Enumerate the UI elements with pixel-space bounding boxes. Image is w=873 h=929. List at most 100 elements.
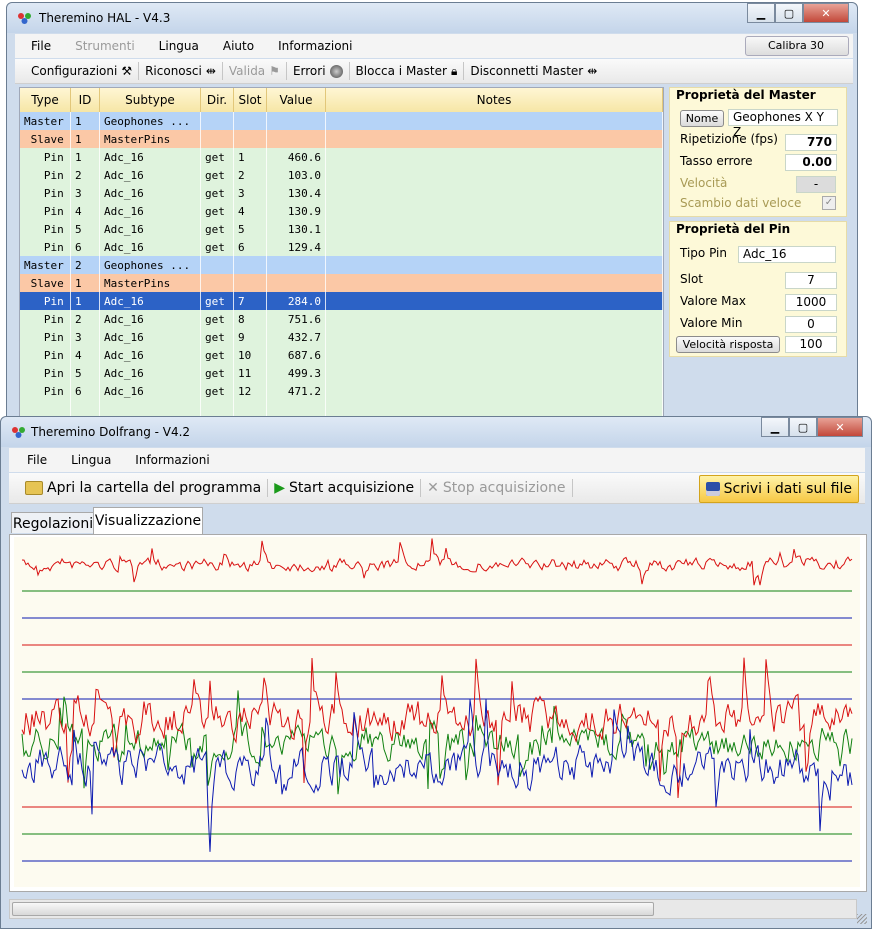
cell-notes — [325, 238, 663, 256]
hal-titlebar[interactable]: Theremino HAL - V4.3 ▁ ▢ ✕ — [7, 3, 857, 33]
riconosci-label: Riconosci — [145, 64, 202, 78]
dolfrang-titlebar[interactable]: Theremino Dolfrang - V4.2 ▁ ▢ ✕ — [1, 417, 871, 447]
cell-type: Pin — [20, 382, 71, 400]
cell-type: Pin — [20, 328, 71, 346]
blocca-master-button[interactable]: Blocca i Master 🔒︎ — [350, 64, 464, 79]
scrivi-dati-button[interactable]: Scrivi i dati sul file — [698, 475, 859, 503]
table-row[interactable]: Pin 5 Adc_16 get 11 499.3 — [20, 364, 663, 382]
horizontal-scrollbar[interactable] — [9, 899, 857, 919]
col-subtype-header[interactable]: Subtype — [99, 88, 201, 112]
close-button[interactable]: ✕ — [803, 3, 849, 23]
maximize-button[interactable]: ▢ — [789, 417, 817, 437]
cell-subtype: Adc_16 — [99, 382, 201, 400]
valore-min-field[interactable]: 0 — [785, 316, 837, 333]
velocita-value[interactable]: - — [796, 176, 836, 193]
cell-value: 751.6 — [266, 310, 326, 328]
ripetizione-label: Ripetizione (fps) — [680, 132, 778, 146]
table-row[interactable]: Pin 4 Adc_16 get 10 687.6 — [20, 346, 663, 364]
table-row[interactable]: Master 2 Geophones ... — [20, 256, 663, 274]
menu-strumenti[interactable]: Strumenti — [63, 39, 147, 53]
wrench-icon: ⚒ — [121, 64, 133, 78]
dolfrang-window-title: Theremino Dolfrang - V4.2 — [31, 425, 191, 439]
scrollbar-thumb[interactable] — [12, 902, 654, 916]
col-dir-header[interactable]: Dir. — [200, 88, 234, 112]
cell-value — [266, 130, 326, 148]
valida-button[interactable]: Valida ⚑ — [223, 64, 286, 78]
menu-file[interactable]: File — [9, 453, 59, 467]
cell-notes — [325, 184, 663, 202]
master-properties-heading: Proprietà del Master — [676, 88, 816, 102]
menu-lingua[interactable]: Lingua — [147, 39, 211, 53]
tipo-pin-field[interactable]: Adc_16 — [738, 246, 836, 263]
cell-notes — [325, 166, 663, 184]
close-button[interactable]: ✕ — [817, 417, 863, 437]
cell-subtype: Adc_16 — [99, 310, 201, 328]
col-slot-header[interactable]: Slot — [233, 88, 267, 112]
master-name-field[interactable]: Geophones X Y Z — [728, 109, 838, 139]
table-row[interactable]: Slave 1 MasterPins — [20, 130, 663, 148]
cell-dir: get — [200, 364, 234, 382]
stop-acquisizione-button[interactable]: ✕ Stop acquisizione — [421, 480, 571, 496]
table-row[interactable]: Pin 2 Adc_16 get 8 751.6 — [20, 310, 663, 328]
col-id-header[interactable]: ID — [70, 88, 100, 112]
cell-slot: 11 — [233, 364, 267, 382]
table-row[interactable]: Pin 6 Adc_16 get 6 129.4 — [20, 238, 663, 256]
tab-visualizzazione[interactable]: Visualizzazione — [93, 507, 203, 536]
minimize-button[interactable]: ▁ — [761, 417, 789, 437]
minimize-button[interactable]: ▁ — [747, 3, 775, 23]
slot-field[interactable]: 7 — [785, 272, 837, 289]
cell-subtype: Adc_16 — [99, 202, 201, 220]
pins-table[interactable]: Type ID Subtype Dir. Slot Value Notes Ma… — [20, 88, 663, 418]
cell-value: 103.0 — [266, 166, 326, 184]
start-acquisizione-button[interactable]: ▶ Start acquisizione — [268, 480, 420, 496]
cell-type: Master — [20, 112, 71, 130]
table-row[interactable]: Pin 2 Adc_16 get 2 103.0 — [20, 166, 663, 184]
table-row[interactable]: Slave 1 MasterPins — [20, 274, 663, 292]
folder-icon — [25, 481, 43, 495]
valore-max-field[interactable]: 1000 — [785, 294, 837, 311]
menu-file[interactable]: File — [15, 39, 63, 53]
menu-informazioni[interactable]: Informazioni — [266, 39, 364, 53]
nome-button[interactable]: Nome — [680, 110, 724, 127]
menu-informazioni[interactable]: Informazioni — [123, 453, 221, 467]
scrivi-label: Scrivi i dati sul file — [723, 481, 852, 497]
tab-regolazioni[interactable]: Regolazioni — [11, 512, 95, 533]
cell-slot — [233, 274, 267, 292]
col-value-header[interactable]: Value — [266, 88, 326, 112]
speaker-icon — [329, 64, 343, 78]
resize-grip-icon[interactable] — [857, 914, 867, 924]
cell-subtype: Adc_16 — [99, 364, 201, 382]
col-type-header[interactable]: Type — [20, 88, 71, 112]
table-row[interactable]: Pin 1 Adc_16 get 1 460.6 — [20, 148, 663, 166]
riconosci-button[interactable]: Riconosci ⇹ — [139, 64, 222, 78]
velocita-risposta-field[interactable]: 100 — [785, 336, 837, 353]
scambio-dati-checkbox[interactable]: ✓ — [822, 196, 836, 210]
cell-slot — [233, 130, 267, 148]
calibra-control[interactable]: Calibra 30 — [745, 36, 849, 56]
table-row[interactable]: Pin 5 Adc_16 get 5 130.1 — [20, 220, 663, 238]
table-row[interactable]: Pin 3 Adc_16 get 9 432.7 — [20, 328, 663, 346]
velocita-risposta-button[interactable]: Velocità risposta — [676, 336, 780, 353]
table-row[interactable]: Master 1 Geophones ... — [20, 112, 663, 130]
disconnetti-master-button[interactable]: Disconnetti Master ⇹ — [464, 64, 603, 78]
cell-id: 1 — [70, 112, 100, 130]
valida-label: Valida — [228, 64, 266, 78]
menu-lingua[interactable]: Lingua — [59, 453, 123, 467]
table-row[interactable]: Pin 4 Adc_16 get 4 130.9 — [20, 202, 663, 220]
menu-aiuto[interactable]: Aiuto — [211, 39, 266, 53]
configurazioni-button[interactable]: Configurazioni ⚒ — [15, 64, 138, 78]
errori-button[interactable]: Errori — [287, 64, 349, 78]
theremino-app-icon — [18, 13, 31, 24]
cell-value — [266, 256, 326, 274]
col-notes-header[interactable]: Notes — [325, 88, 663, 112]
hal-window-title: Theremino HAL - V4.3 — [39, 11, 171, 25]
table-row[interactable]: Pin 1 Adc_16 get 7 284.0 — [20, 292, 663, 310]
maximize-button[interactable]: ▢ — [775, 3, 803, 23]
cell-dir: get — [200, 292, 234, 310]
close-icon: ✕ — [821, 6, 831, 20]
cell-value: 130.1 — [266, 220, 326, 238]
table-row[interactable]: Pin 3 Adc_16 get 3 130.4 — [20, 184, 663, 202]
apri-cartella-button[interactable]: Apri la cartella del programma — [9, 480, 267, 496]
cell-id: 6 — [70, 238, 100, 256]
table-row[interactable]: Pin 6 Adc_16 get 12 471.2 — [20, 382, 663, 400]
